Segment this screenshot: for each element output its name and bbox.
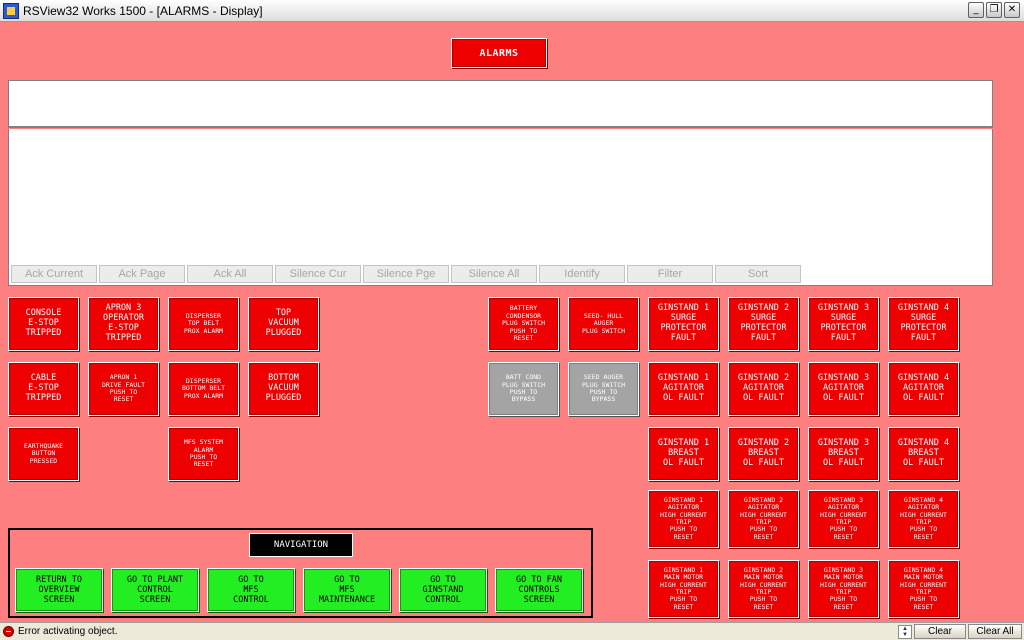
ginstand4-breast-ol-alarm[interactable]: GINSTAND 4 BREAST OL FAULT (888, 427, 959, 481)
ginstand1-main-motor-high-current-alarm[interactable]: GINSTAND 1 MAIN MOTOR HIGH CURRENT TRIP … (648, 560, 719, 618)
window-title: RSView32 Works 1500 - [ALARMS - Display] (23, 4, 263, 18)
ginstand1-agitator-high-current-alarm[interactable]: GINSTAND 1 AGITATOR HIGH CURRENT TRIP PU… (648, 490, 719, 548)
silence-current-button[interactable]: Silence Cur (275, 265, 361, 283)
ginstand2-surge-alarm[interactable]: GINSTAND 2 SURGE PROTECTOR FAULT (728, 297, 799, 351)
alarm-banner[interactable] (8, 80, 993, 128)
disperser-top-belt-alarm[interactable]: DISPERSER TOP BELT PROX ALARM (168, 297, 239, 351)
close-button[interactable]: ✕ (1004, 2, 1020, 18)
restore-button[interactable]: ❐ (986, 2, 1002, 18)
ginstand3-main-motor-high-current-alarm[interactable]: GINSTAND 3 MAIN MOTOR HIGH CURRENT TRIP … (808, 560, 879, 618)
seed-hull-auger-plug-alarm[interactable]: SEED- HULL AUGER PLUG SWITCH (568, 297, 639, 351)
status-clear-button[interactable]: Clear (914, 624, 966, 639)
sort-button[interactable]: Sort (715, 265, 801, 283)
cable-estop-alarm[interactable]: CABLE E-STOP TRIPPED (8, 362, 79, 416)
ginstand3-agitator-high-current-alarm[interactable]: GINSTAND 3 AGITATOR HIGH CURRENT TRIP PU… (808, 490, 879, 548)
ginstand4-main-motor-high-current-alarm[interactable]: GINSTAND 4 MAIN MOTOR HIGH CURRENT TRIP … (888, 560, 959, 618)
ginstand2-main-motor-high-current-alarm[interactable]: GINSTAND 2 MAIN MOTOR HIGH CURRENT TRIP … (728, 560, 799, 618)
ginstand3-agitator-ol-alarm[interactable]: GINSTAND 3 AGITATOR OL FAULT (808, 362, 879, 416)
ginstand1-breast-ol-alarm[interactable]: GINSTAND 1 BREAST OL FAULT (648, 427, 719, 481)
window-titlebar[interactable]: RSView32 Works 1500 - [ALARMS - Display]… (0, 0, 1024, 22)
seed-auger-bypass-button[interactable]: SEED AUGER PLUG SWITCH PUSH TO BYPASS (568, 362, 639, 416)
go-to-plant-control-button[interactable]: GO TO PLANT CONTROL SCREEN (111, 568, 199, 612)
ginstand1-surge-alarm[interactable]: GINSTAND 1 SURGE PROTECTOR FAULT (648, 297, 719, 351)
earthquake-button-alarm[interactable]: EARTHQUAKE BUTTON PRESSED (8, 427, 79, 481)
ginstand3-surge-alarm[interactable]: GINSTAND 3 SURGE PROTECTOR FAULT (808, 297, 879, 351)
apron3-estop-alarm[interactable]: APRON 3 OPERATOR E-STOP TRIPPED (88, 297, 159, 351)
minimize-button[interactable]: _ (968, 2, 984, 18)
ack-current-button[interactable]: Ack Current (11, 265, 97, 283)
ack-page-button[interactable]: Ack Page (99, 265, 185, 283)
ginstand4-agitator-high-current-alarm[interactable]: GINSTAND 4 AGITATOR HIGH CURRENT TRIP PU… (888, 490, 959, 548)
bottom-vacuum-alarm[interactable]: BOTTOM VACUUM PLUGGED (248, 362, 319, 416)
filter-button[interactable]: Filter (627, 265, 713, 283)
go-to-mfs-control-button[interactable]: GO TO MFS CONTROL (207, 568, 295, 612)
alarm-summary-list[interactable] (8, 129, 993, 282)
alarm-display-canvas: ALARMS Ack Current Ack Page Ack All Sile… (0, 22, 1024, 622)
top-vacuum-alarm[interactable]: TOP VACUUM PLUGGED (248, 297, 319, 351)
silence-page-button[interactable]: Silence Pge (363, 265, 449, 283)
silence-all-button[interactable]: Silence All (451, 265, 537, 283)
status-scroll-spinner[interactable]: ▲ ▼ (898, 625, 912, 639)
go-to-ginstand-control-button[interactable]: GO TO GINSTAND CONTROL (399, 568, 487, 612)
status-message: Error activating object. (18, 626, 118, 637)
go-to-mfs-maintenance-button[interactable]: GO TO MFS MAINTENANCE (303, 568, 391, 612)
activity-status-bar: Error activating object. ▲ ▼ Clear Clear … (0, 622, 1024, 640)
ack-all-button[interactable]: Ack All (187, 265, 273, 283)
ginstand4-surge-alarm[interactable]: GINSTAND 4 SURGE PROTECTOR FAULT (888, 297, 959, 351)
disperser-bottom-belt-alarm[interactable]: DISPERSER BOTTOM BELT PROX ALARM (168, 362, 239, 416)
go-to-fan-controls-button[interactable]: GO TO FAN CONTROLS SCREEN (495, 568, 583, 612)
navigation-title: NAVIGATION (249, 533, 353, 557)
ginstand2-breast-ol-alarm[interactable]: GINSTAND 2 BREAST OL FAULT (728, 427, 799, 481)
batt-cond-bypass-button[interactable]: BATT COND PLUG SWITCH PUSH TO BYPASS (488, 362, 559, 416)
ginstand2-agitator-high-current-alarm[interactable]: GINSTAND 2 AGITATOR HIGH CURRENT TRIP PU… (728, 490, 799, 548)
alarms-title-label: ALARMS (451, 38, 547, 68)
alarm-summary-toolbar: Ack Current Ack Page Ack All Silence Cur… (8, 262, 993, 286)
ginstand1-agitator-ol-alarm[interactable]: GINSTAND 1 AGITATOR OL FAULT (648, 362, 719, 416)
error-icon (3, 626, 14, 637)
ginstand4-agitator-ol-alarm[interactable]: GINSTAND 4 AGITATOR OL FAULT (888, 362, 959, 416)
ginstand3-breast-ol-alarm[interactable]: GINSTAND 3 BREAST OL FAULT (808, 427, 879, 481)
ginstand2-agitator-ol-alarm[interactable]: GINSTAND 2 AGITATOR OL FAULT (728, 362, 799, 416)
apron1-drive-fault-alarm[interactable]: APRON 1 DRIVE FAULT PUSH TO RESET (88, 362, 159, 416)
identify-button[interactable]: Identify (539, 265, 625, 283)
rsview-app-icon[interactable] (3, 3, 19, 19)
console-estop-alarm[interactable]: CONSOLE E-STOP TRIPPED (8, 297, 79, 351)
return-to-overview-button[interactable]: RETURN TO OVERVIEW SCREEN (15, 568, 103, 612)
battery-condensor-plug-alarm[interactable]: BATTERY CONDENSOR PLUG SWITCH PUSH TO RE… (488, 297, 559, 351)
status-clear-all-button[interactable]: Clear All (968, 624, 1022, 639)
mfs-system-alarm[interactable]: MFS SYSTEM ALARM PUSH TO RESET (168, 427, 239, 481)
